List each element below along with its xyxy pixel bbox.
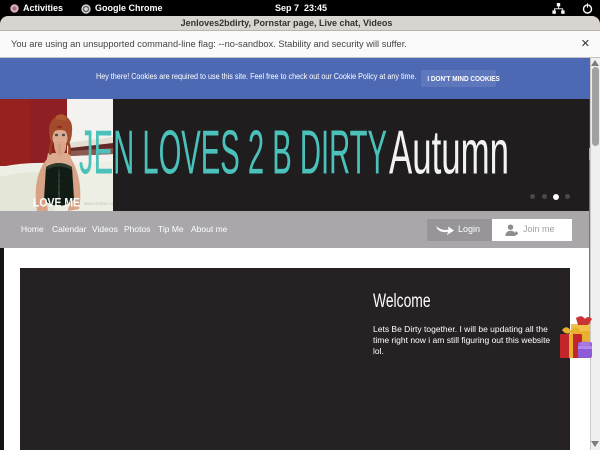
svg-text:Autumn: Autumn [389,119,509,188]
svg-text:JEN LOVES 2 B DIRTY: JEN LOVES 2 B DIRTY [79,119,387,188]
